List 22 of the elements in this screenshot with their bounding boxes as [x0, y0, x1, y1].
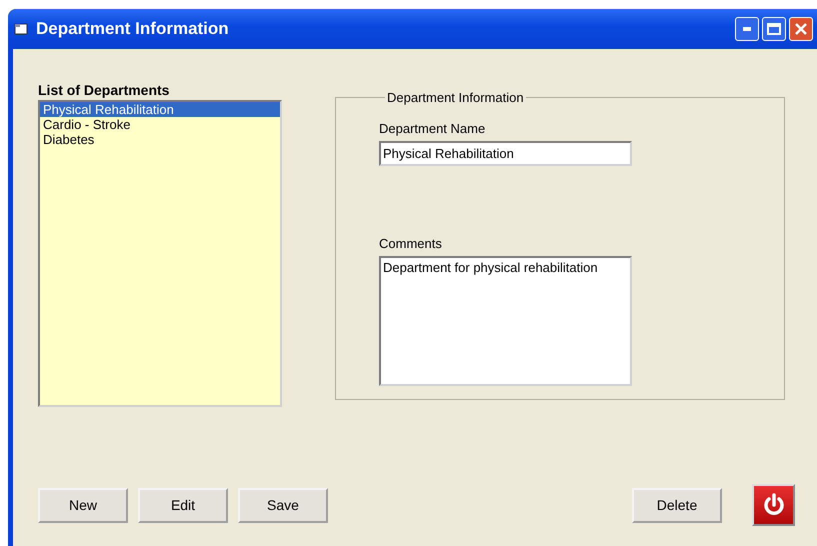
field-label: Comments: [379, 236, 443, 251]
field-label: Department Name: [379, 121, 486, 136]
power-button[interactable]: [752, 484, 795, 526]
close-button[interactable]: [789, 17, 813, 41]
list-item[interactable]: Diabetes: [40, 132, 280, 147]
action-button[interactable]: New: [38, 488, 128, 522]
list-item[interactable]: Physical Rehabilitation: [40, 102, 280, 117]
maximize-button[interactable]: [762, 17, 786, 41]
delete-button[interactable]: Delete: [632, 488, 722, 522]
list-item[interactable]: Cardio - Stroke: [40, 117, 280, 132]
minimize-button[interactable]: [735, 17, 759, 41]
input-field[interactable]: Physical Rehabilitation: [379, 141, 632, 166]
maximize-icon: [767, 23, 781, 35]
window-title: Department Information: [36, 19, 229, 39]
comments-field[interactable]: Department for physical rehabilitation: [379, 256, 632, 386]
window-icon: [14, 23, 28, 35]
minimize-icon: [743, 27, 751, 31]
action-button[interactable]: Save: [238, 488, 328, 522]
action-button[interactable]: Edit: [138, 488, 228, 522]
group-title: Department Information: [386, 90, 525, 105]
close-icon: [794, 22, 808, 36]
list-title: List of Departments: [38, 82, 170, 98]
